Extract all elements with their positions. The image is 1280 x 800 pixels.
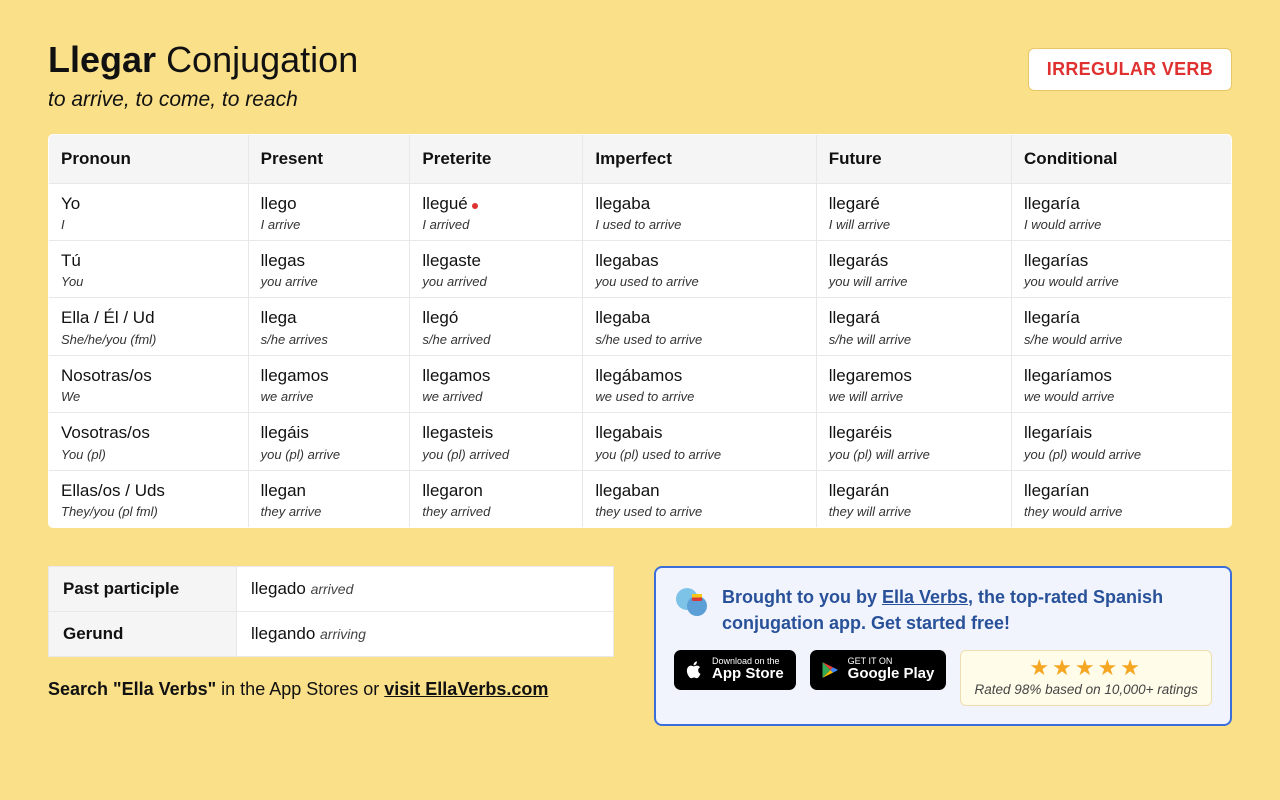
page-title: Llegar Conjugation <box>48 40 358 80</box>
conjugation-cell: llegaronthey arrived <box>410 470 583 527</box>
google-play-badge[interactable]: GET IT ON Google Play <box>810 650 947 690</box>
conjugation-cell: llegas/he arrives <box>248 298 410 355</box>
app-store-badge[interactable]: Download on the App Store <box>674 650 796 690</box>
conjugation-cell: llegaréI will arrive <box>816 183 1011 240</box>
app-icon <box>674 584 710 620</box>
conjugation-cell: llegabaI used to arrive <box>583 183 816 240</box>
conjugation-cell: llegaríasyou would arrive <box>1012 240 1232 297</box>
rating-text: Rated 98% based on 10,000+ ratings <box>971 682 1201 697</box>
conjugation-cell: llegamoswe arrived <box>410 355 583 412</box>
conjugation-cell: llegáisyou (pl) arrive <box>248 413 410 470</box>
column-header: Imperfect <box>583 134 816 183</box>
conjugation-cell: llegaríanthey would arrive <box>1012 470 1232 527</box>
column-header: Conditional <box>1012 134 1232 183</box>
promo-text: Brought to you by Ella Verbs, the top-ra… <box>722 584 1212 636</box>
table-row: Ella / Él / UdShe/he/you (fml)llegas/he … <box>49 298 1232 355</box>
verb-translation: to arrive, to come, to reach <box>48 88 358 112</box>
conjugation-cell: llegamoswe arrive <box>248 355 410 412</box>
rating-box: ★★★★★ Rated 98% based on 10,000+ ratings <box>960 650 1212 706</box>
conjugation-cell: llegabaisyou (pl) used to arrive <box>583 413 816 470</box>
google-play-icon <box>820 659 840 681</box>
promo-box: Brought to you by Ella Verbs, the top-ra… <box>654 566 1232 726</box>
conjugation-cell: llegoI arrive <box>248 183 410 240</box>
table-row: Vosotras/osYou (pl)llegáisyou (pl) arriv… <box>49 413 1232 470</box>
past-participle-label: Past participle <box>49 566 237 611</box>
conjugation-cell: llegaránthey will arrive <box>816 470 1011 527</box>
irregular-verb-badge: IRREGULAR VERB <box>1028 48 1232 91</box>
conjugation-cell: llegaríaI would arrive <box>1012 183 1232 240</box>
pronoun-cell: Nosotras/osWe <box>49 355 249 412</box>
pronoun-cell: Ella / Él / UdShe/he/you (fml) <box>49 298 249 355</box>
apple-icon <box>684 659 704 681</box>
table-row: TúYoullegasyou arrivellegasteyou arrived… <box>49 240 1232 297</box>
conjugation-cell: llegarásyou will arrive <box>816 240 1011 297</box>
table-row: YoIllegoI arrivelleguéI arrivedllegabaI … <box>49 183 1232 240</box>
irregular-dot-icon <box>472 203 478 209</box>
conjugation-cell: llegaríamoswe would arrive <box>1012 355 1232 412</box>
gerund-value: llegando arriving <box>237 611 614 656</box>
conjugation-table: PronounPresentPreteriteImperfectFutureCo… <box>48 134 1232 528</box>
search-note: Search "Ella Verbs" in the App Stores or… <box>48 679 614 700</box>
column-header: Pronoun <box>49 134 249 183</box>
ellaverbs-link[interactable]: visit EllaVerbs.com <box>384 679 548 699</box>
ella-verbs-link[interactable]: Ella Verbs <box>882 587 968 607</box>
verb-forms-table: Past participle llegado arrived Gerund l… <box>48 566 614 657</box>
conjugation-cell: lleganthey arrive <box>248 470 410 527</box>
conjugation-cell: llegasteyou arrived <box>410 240 583 297</box>
conjugation-cell: llegábamoswe used to arrive <box>583 355 816 412</box>
pronoun-cell: YoI <box>49 183 249 240</box>
past-participle-value: llegado arrived <box>237 566 614 611</box>
conjugation-cell: llegasyou arrive <box>248 240 410 297</box>
table-row: Gerund llegando arriving <box>49 611 614 656</box>
conjugation-cell: llegabas/he used to arrive <box>583 298 816 355</box>
star-icons: ★★★★★ <box>971 657 1201 679</box>
pronoun-cell: TúYou <box>49 240 249 297</box>
conjugation-cell: llegabanthey used to arrive <box>583 470 816 527</box>
table-row: Nosotras/osWellegamoswe arrivellegamoswe… <box>49 355 1232 412</box>
conjugation-cell: llegaréisyou (pl) will arrive <box>816 413 1011 470</box>
table-row: Ellas/os / UdsThey/you (pl fml)lleganthe… <box>49 470 1232 527</box>
column-header: Future <box>816 134 1011 183</box>
gerund-label: Gerund <box>49 611 237 656</box>
conjugation-cell: llegasteisyou (pl) arrived <box>410 413 583 470</box>
pronoun-cell: Ellas/os / UdsThey/you (pl fml) <box>49 470 249 527</box>
pronoun-cell: Vosotras/osYou (pl) <box>49 413 249 470</box>
verb-name: Llegar <box>48 39 156 80</box>
conjugation-cell: llegarás/he will arrive <box>816 298 1011 355</box>
conjugation-cell: lleguéI arrived <box>410 183 583 240</box>
column-header: Preterite <box>410 134 583 183</box>
conjugation-cell: llegabasyou used to arrive <box>583 240 816 297</box>
conjugation-cell: llegaremoswe will arrive <box>816 355 1011 412</box>
conjugation-cell: llegós/he arrived <box>410 298 583 355</box>
table-row: Past participle llegado arrived <box>49 566 614 611</box>
conjugation-cell: llegaríaisyou (pl) would arrive <box>1012 413 1232 470</box>
title-suffix: Conjugation <box>166 39 358 80</box>
column-header: Present <box>248 134 410 183</box>
conjugation-cell: llegarías/he would arrive <box>1012 298 1232 355</box>
